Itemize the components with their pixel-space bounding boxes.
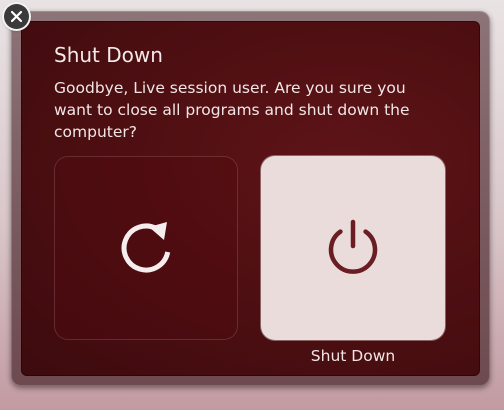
restart-button[interactable] bbox=[54, 156, 238, 340]
close-button[interactable] bbox=[4, 4, 29, 29]
restart-icon bbox=[121, 222, 171, 273]
shutdown-button-label: Shut Down bbox=[310, 347, 396, 365]
close-icon bbox=[10, 10, 23, 23]
shutdown-button[interactable] bbox=[261, 156, 445, 340]
dialog-message: Goodbye, Live session user. Are you sure… bbox=[54, 79, 410, 141]
power-icon bbox=[328, 219, 378, 274]
shutdown-dialog: Shut Down Goodbye, Live session user. Ar… bbox=[21, 21, 480, 376]
dialog-title: Shut Down bbox=[54, 43, 163, 67]
